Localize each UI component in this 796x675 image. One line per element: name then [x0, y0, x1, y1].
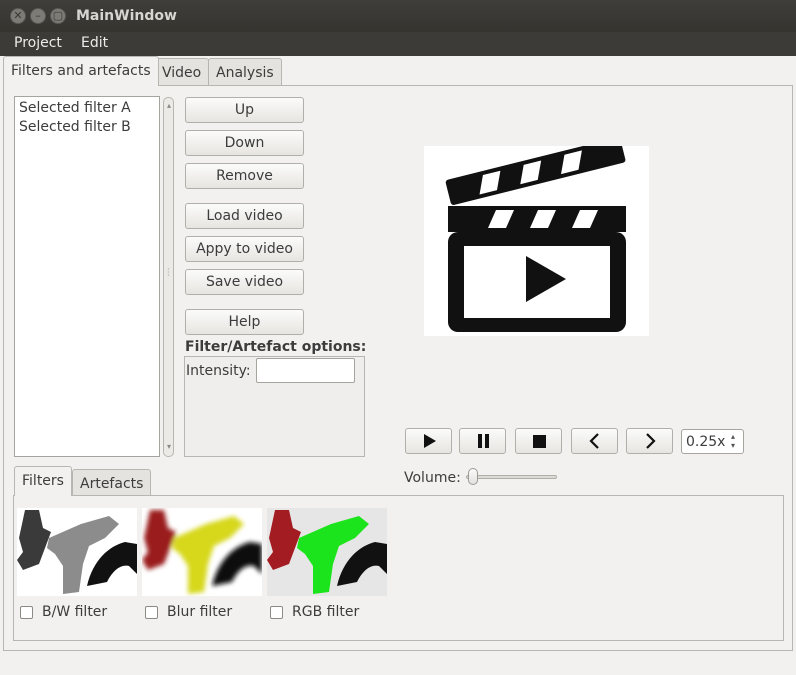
apply-to-video-button[interactable]: Appy to video: [185, 236, 304, 262]
options-title: Filter/Artefact options:: [185, 339, 367, 355]
maximize-icon[interactable]: ▢: [50, 8, 66, 24]
list-item[interactable]: Selected filter A: [19, 100, 131, 116]
down-button[interactable]: Down: [185, 130, 304, 156]
intensity-input[interactable]: [256, 358, 355, 383]
chevron-up-icon: ▴: [167, 101, 172, 110]
next-icon: [645, 433, 656, 449]
previous-button[interactable]: [571, 428, 618, 454]
grip-icon: · · ·: [167, 265, 170, 280]
filter-thumbnail[interactable]: [267, 508, 387, 596]
menu-edit[interactable]: Edit: [81, 35, 108, 51]
help-button[interactable]: Help: [185, 309, 304, 335]
tab-analysis[interactable]: Analysis: [208, 58, 282, 86]
window-title: MainWindow: [76, 8, 177, 24]
tab-filters-and-artefacts[interactable]: Filters and artefacts: [3, 56, 159, 86]
remove-button[interactable]: Remove: [185, 163, 304, 189]
tab-artefacts[interactable]: Artefacts: [72, 469, 152, 497]
stop-icon: [532, 435, 546, 448]
speed-value: 0.25x: [686, 434, 726, 450]
minimize-icon[interactable]: –: [30, 8, 46, 24]
play-icon: [423, 434, 436, 448]
load-video-button[interactable]: Load video: [185, 203, 304, 229]
volume-label: Volume:: [404, 470, 461, 486]
options-panel: Intensity:: [184, 356, 365, 457]
video-preview: [424, 137, 649, 336]
speed-spinbox[interactable]: 0.25x ▴ ▾: [681, 429, 744, 454]
up-button[interactable]: Up: [185, 97, 304, 123]
volume-slider-handle[interactable]: [468, 468, 478, 485]
selected-filters-list[interactable]: Selected filter A Selected filter B: [14, 96, 160, 457]
list-item[interactable]: Selected filter B: [19, 119, 131, 135]
pause-button[interactable]: [459, 428, 506, 454]
volume-slider-track[interactable]: [466, 475, 557, 479]
play-button[interactable]: [405, 428, 452, 454]
next-button[interactable]: [626, 428, 673, 454]
clapperboard-play-icon: [445, 137, 626, 332]
filter-thumbnail[interactable]: [142, 508, 262, 596]
close-icon[interactable]: ✕: [10, 8, 26, 24]
tab-video[interactable]: Video: [154, 58, 210, 86]
intensity-label: Intensity:: [186, 363, 251, 379]
filter-checkbox-label[interactable]: Blur filter: [167, 604, 232, 620]
tab-filters[interactable]: Filters: [14, 466, 72, 496]
spin-arrows-icon[interactable]: ▴ ▾: [731, 432, 735, 450]
splitter-handle[interactable]: ▴ · · · ▾: [163, 97, 174, 457]
filter-checkbox-label[interactable]: RGB filter: [292, 604, 359, 620]
save-video-button[interactable]: Save video: [185, 269, 304, 295]
filter-checkbox[interactable]: [20, 606, 33, 619]
previous-icon: [588, 433, 599, 449]
menu-bar: [0, 32, 796, 56]
pause-icon: [477, 434, 489, 448]
stop-button[interactable]: [515, 428, 562, 454]
chevron-down-icon: ▾: [167, 442, 172, 451]
filter-checkbox-label[interactable]: B/W filter: [42, 604, 107, 620]
filter-thumbnail[interactable]: [17, 508, 137, 596]
filter-checkbox[interactable]: [270, 606, 283, 619]
menu-project[interactable]: Project: [14, 35, 62, 51]
filter-checkbox[interactable]: [145, 606, 158, 619]
